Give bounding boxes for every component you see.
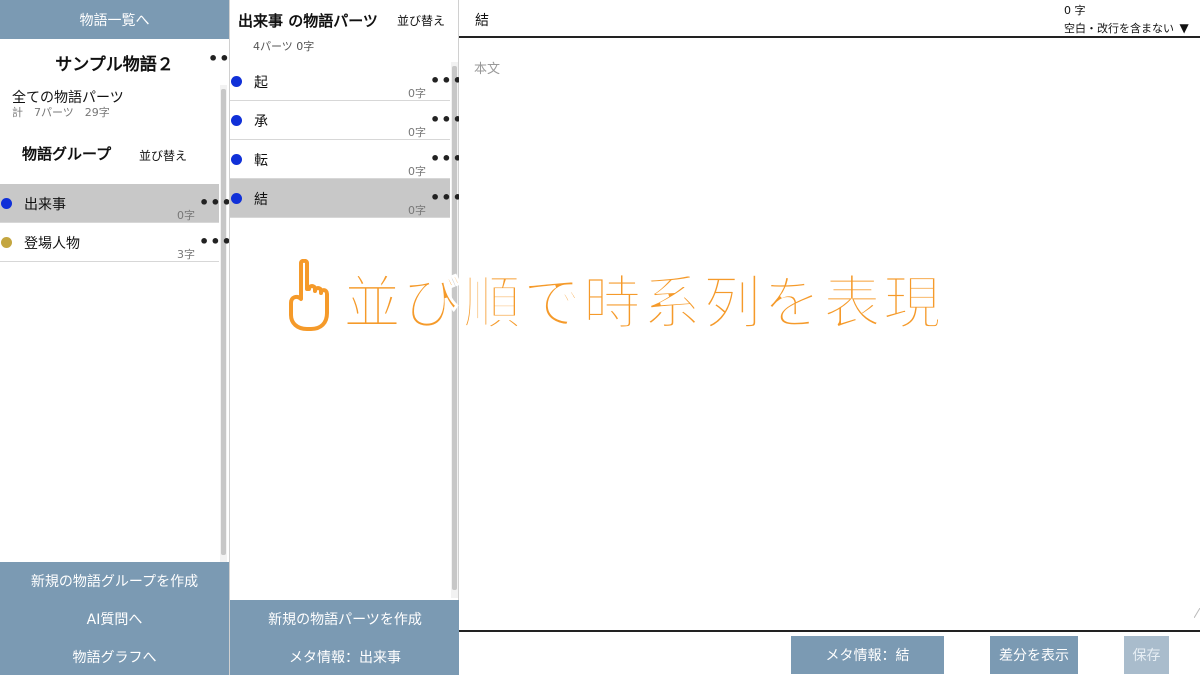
part-count: 0字 xyxy=(408,165,426,178)
dropdown-triangle-icon: ▼ xyxy=(1179,21,1189,35)
count-mode-label: 空白・改行を含まない xyxy=(1064,22,1174,35)
show-diff-button[interactable]: 差分を表示 xyxy=(990,636,1078,674)
part-color-dot xyxy=(231,115,242,126)
part-color-dot xyxy=(231,76,242,87)
editor-title[interactable]: 結 xyxy=(475,10,489,30)
body-textarea[interactable]: 本文 xyxy=(474,58,500,77)
group-label: 出来事 xyxy=(24,197,66,213)
part-meta-button[interactable]: メタ情報：結 xyxy=(791,636,944,674)
groups-sort-button[interactable]: 並び替え xyxy=(139,147,187,164)
part-row[interactable]: 承 0字 ••• xyxy=(230,101,463,140)
caption-text: 並び順で時系列を表現 xyxy=(342,269,944,338)
group-row-characters[interactable]: 登場人物 3字 ••• xyxy=(0,223,232,262)
parts-summary: 4パーツ 0字 xyxy=(253,40,315,53)
part-label: 承 xyxy=(254,114,268,130)
story-graph-button[interactable]: 物語グラフへ xyxy=(0,638,229,675)
part-label: 起 xyxy=(254,75,268,91)
pointing-up-hand-icon xyxy=(287,258,329,337)
part-color-dot xyxy=(231,193,242,204)
groups-scroll-thumb[interactable] xyxy=(221,89,226,555)
parts-panel-title: 出来事 の物語パーツ xyxy=(238,12,378,30)
new-group-button[interactable]: 新規の物語グループを作成 xyxy=(0,562,229,600)
story-groups-panel: 物語一覧へ サンプル物語２ ••• 全ての物語パーツ 計 7パーツ 29字 物語… xyxy=(0,0,241,675)
story-list-button[interactable]: 物語一覧へ xyxy=(0,0,229,39)
group-row-events[interactable]: 出来事 0字 ••• xyxy=(0,184,232,223)
group-meta-button[interactable]: メタ情報：出来事 xyxy=(230,638,460,675)
part-label: 転 xyxy=(254,153,268,169)
part-label: 結 xyxy=(254,192,268,208)
all-parts-total: 計 7パーツ 29字 xyxy=(12,106,110,119)
group-more-icon[interactable]: ••• xyxy=(199,234,233,250)
story-title: サンプル物語２ xyxy=(55,55,174,75)
group-more-icon[interactable]: ••• xyxy=(199,195,233,211)
overlay-caption: 並び順で時系列を表現 xyxy=(287,258,943,338)
part-color-dot xyxy=(231,154,242,165)
count-mode-select[interactable]: 空白・改行を含まない ▼ xyxy=(1064,20,1189,36)
groups-scrollbar[interactable] xyxy=(220,85,227,563)
editor-bottom-divider xyxy=(459,630,1200,632)
group-color-dot xyxy=(1,237,12,248)
save-button[interactable]: 保存 xyxy=(1124,636,1169,674)
part-row-selected[interactable]: 結 0字 ••• xyxy=(230,179,463,218)
part-count: 0字 xyxy=(408,204,426,217)
part-count: 0字 xyxy=(408,126,426,139)
resize-handle-icon[interactable] xyxy=(1193,603,1200,619)
ai-question-button[interactable]: AI質問へ xyxy=(0,600,229,638)
group-color-dot xyxy=(1,198,12,209)
group-label: 登場人物 xyxy=(24,236,80,252)
new-part-button[interactable]: 新規の物語パーツを作成 xyxy=(230,600,460,638)
char-count: 0 字 xyxy=(1064,4,1086,17)
part-row[interactable]: 転 0字 ••• xyxy=(230,140,463,179)
group-count: 3字 xyxy=(177,248,195,261)
parts-sort-button[interactable]: 並び替え xyxy=(397,12,445,29)
groups-heading: 物語グループ xyxy=(22,145,112,163)
group-count: 0字 xyxy=(177,209,195,222)
part-row[interactable]: 起 0字 ••• xyxy=(230,62,463,101)
part-count: 0字 xyxy=(408,87,426,100)
editor-top-divider xyxy=(459,36,1200,38)
